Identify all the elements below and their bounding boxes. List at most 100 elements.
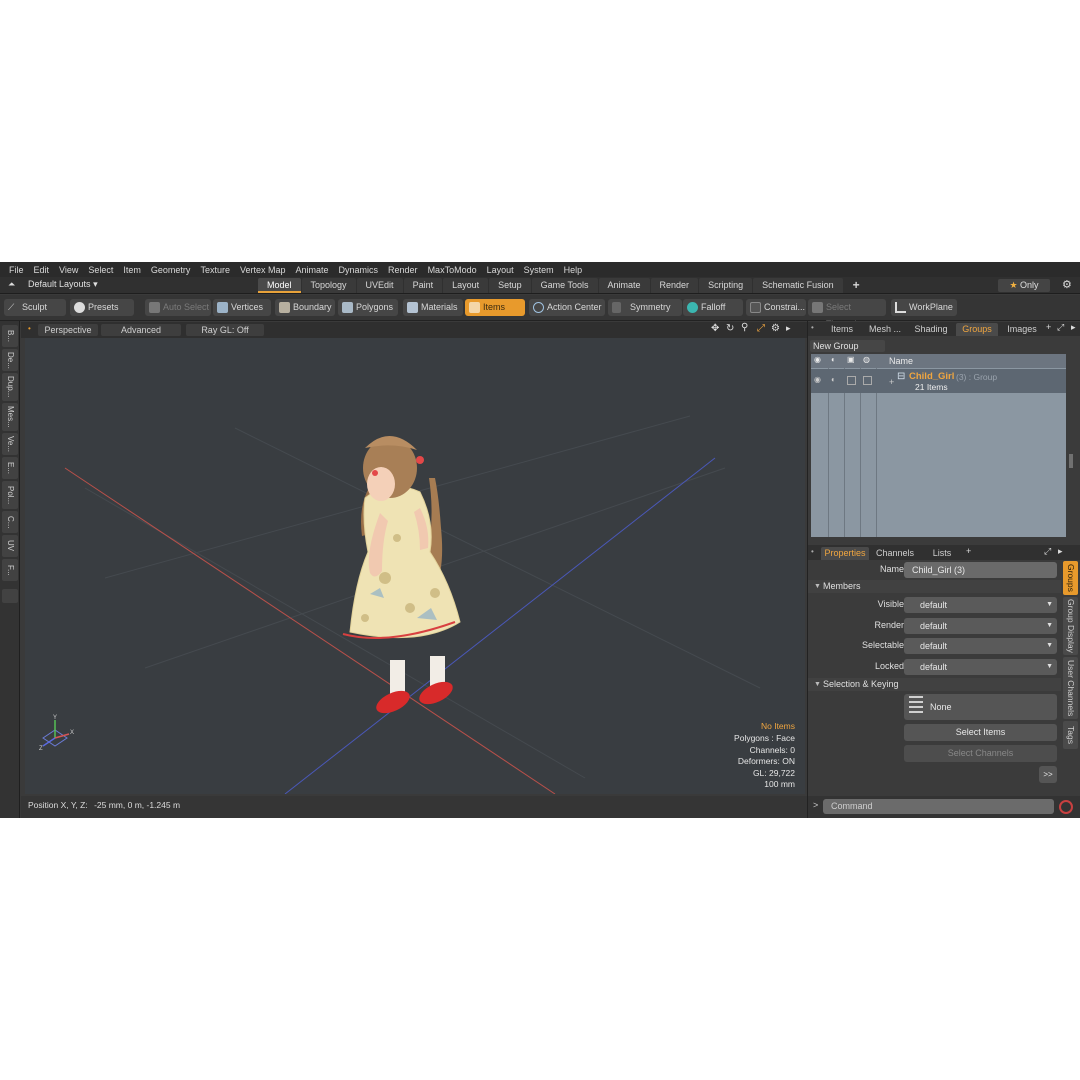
left-tab-vertex[interactable]: Ve... [2,433,18,455]
presets-button[interactable]: Presets [70,299,134,316]
tab-scripting[interactable]: Scripting [699,278,753,293]
tab-topology[interactable]: Topology [301,278,356,293]
falloff-button[interactable]: Falloff [683,299,743,316]
menu-item[interactable]: Item [118,265,146,275]
workplane-button[interactable]: WorkPlane [891,299,957,316]
visible-dropdown[interactable]: default ▼ [904,597,1057,613]
none-selection-button[interactable]: None [904,694,1057,720]
menu-dynamics[interactable]: Dynamics [334,265,384,275]
side-tab-tags[interactable]: Tags [1063,721,1078,749]
tab-groups[interactable]: Groups [956,323,998,336]
left-tab-basic[interactable]: B... [2,325,18,347]
side-tab-group-display[interactable]: Group Display [1063,597,1078,655]
left-tab-uv[interactable]: UV [2,535,18,557]
left-tab-extra[interactable] [2,589,18,603]
expand-icon[interactable]: ⤢ [1057,322,1064,333]
menu-layout[interactable]: Layout [482,265,519,275]
constraints-button[interactable]: Constrai... [746,299,806,316]
locked-dropdown[interactable]: default ▼ [904,659,1057,675]
group-row[interactable]: ◉ ◐ + ⊟ Child_Girl (3) : Group 21 Items [811,369,1066,393]
tab-setup[interactable]: Setup [489,278,531,293]
panel-menu-icon[interactable]: ▸ [1058,546,1063,557]
menu-select[interactable]: Select [83,265,118,275]
menu-edit[interactable]: Edit [29,265,55,275]
action-center-button[interactable]: Action Center [529,299,605,316]
raygl-button[interactable]: Ray GL: Off [186,324,264,336]
menu-animate[interactable]: Animate [290,265,333,275]
materials-button[interactable]: Materials [403,299,463,316]
menu-view[interactable]: View [54,265,83,275]
more-button[interactable]: >> [1039,766,1057,783]
tab-paint[interactable]: Paint [403,278,443,293]
view-mode-button[interactable]: Perspective [38,324,98,336]
record-icon[interactable] [1059,800,1073,814]
viewport-gear-icon[interactable]: ⚙ [771,323,780,334]
lock-checkbox[interactable] [863,376,872,385]
only-button[interactable]: ★ Only [998,279,1050,292]
name-field[interactable]: Child_Girl (3) [904,562,1057,578]
tab-game-tools[interactable]: Game Tools [531,278,598,293]
tab-animate[interactable]: Animate [598,278,650,293]
auto-select-button[interactable]: Auto Select [145,299,211,316]
sculpt-button[interactable]: ⟋ Sculpt [4,299,66,316]
expand-plus-icon[interactable]: + [889,377,894,387]
vertices-button[interactable]: Vertices [213,299,271,316]
tab-channels[interactable]: Channels [873,547,917,560]
render-toggle-icon[interactable]: ◐ [831,375,836,384]
list-scrollbar[interactable] [1069,454,1073,468]
pan-icon[interactable]: ✥ [711,323,719,334]
tab-layout[interactable]: Layout [443,278,489,293]
new-group-button[interactable]: New Group [810,340,885,352]
viewport-menu-arrow-icon[interactable]: ▸ [786,323,791,334]
tab-model[interactable]: Model [258,278,301,293]
boundary-button[interactable]: Boundary [275,299,335,316]
tab-shading[interactable]: Shading [908,323,954,336]
left-tab-polygon[interactable]: Pol... [2,481,18,509]
menu-help[interactable]: Help [559,265,588,275]
name-column-header[interactable]: Name [889,356,913,366]
items-button[interactable]: Items [465,299,525,316]
gear-icon[interactable]: ⚙ [1062,278,1072,291]
polygons-button[interactable]: Polygons [338,299,398,316]
tab-render[interactable]: Render [650,278,699,293]
add-panel-tab-icon[interactable]: + [1046,322,1051,332]
menu-vertex-map[interactable]: Vertex Map [235,265,291,275]
default-layouts-dropdown[interactable]: Default Layouts ▾ [28,279,98,290]
select-through-button[interactable]: Select Through [808,299,886,329]
left-tab-curve[interactable]: C... [2,511,18,533]
menu-system[interactable]: System [519,265,559,275]
tab-lists[interactable]: Lists [922,547,962,560]
tab-uvedit[interactable]: UVEdit [356,278,403,293]
symmetry-button[interactable]: Symmetry [608,299,682,316]
side-tab-groups[interactable]: Groups [1063,561,1078,595]
tab-properties[interactable]: Properties [821,547,869,560]
menu-file[interactable]: File [4,265,29,275]
add-properties-tab-icon[interactable]: + [966,546,971,556]
left-tab-duplicate[interactable]: Dup... [2,373,18,401]
visibility-toggle-icon[interactable]: ◉ [814,375,821,384]
menu-render[interactable]: Render [383,265,423,275]
tab-mesh[interactable]: Mesh ... [864,323,906,336]
left-tab-fusion[interactable]: F... [2,559,18,581]
left-tab-mesh[interactable]: Mes... [2,403,18,431]
collapse-icon[interactable]: ⏶ [8,279,15,290]
zoom-icon[interactable]: ⚲ [741,322,748,333]
tab-items[interactable]: Items [822,323,862,336]
rotate-icon[interactable]: ↻ [726,323,734,334]
selectable-dropdown[interactable]: default ▼ [904,638,1057,654]
command-input[interactable]: Command [823,799,1054,814]
selectable-checkbox[interactable] [847,376,856,385]
3d-viewport[interactable]: Y X Z No Items Polygons : Face Channels:… [25,338,805,794]
left-tab-edge[interactable]: E... [2,457,18,479]
menu-geometry[interactable]: Geometry [146,265,196,275]
panel-menu-icon[interactable]: ▸ [1071,322,1076,333]
child-girl-model[interactable] [342,435,461,718]
select-items-button[interactable]: Select Items [904,724,1057,741]
render-dropdown[interactable]: default ▼ [904,618,1057,634]
left-tab-deform[interactable]: De... [2,349,18,371]
menu-texture[interactable]: Texture [195,265,235,275]
menu-maxtomodo[interactable]: MaxToModo [423,265,482,275]
members-section[interactable]: ▼ Members [808,580,1061,593]
side-tab-user-channels[interactable]: User Channels [1063,657,1078,719]
expand-icon[interactable]: ⤢ [1044,546,1051,557]
